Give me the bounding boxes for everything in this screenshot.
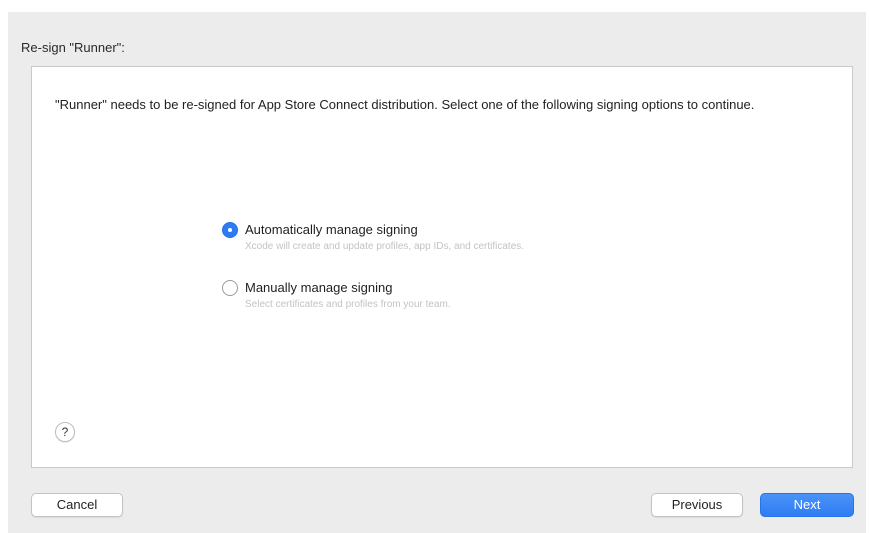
radio-option-automatic-signing[interactable]: Automatically manage signing Xcode will … xyxy=(222,221,524,254)
automatic-signing-label[interactable]: Automatically manage signing xyxy=(245,221,524,238)
radio-selected-icon[interactable] xyxy=(222,222,238,238)
resign-sheet: Re-sign "Runner": "Runner" needs to be r… xyxy=(8,12,866,533)
radio-unselected-icon[interactable] xyxy=(222,280,238,296)
description-text: "Runner" needs to be re-signed for App S… xyxy=(55,97,755,112)
manual-signing-label[interactable]: Manually manage signing xyxy=(245,279,451,296)
cancel-button[interactable]: Cancel xyxy=(31,493,123,517)
automatic-signing-description: Xcode will create and update profiles, a… xyxy=(245,241,525,252)
signing-options-panel: "Runner" needs to be re-signed for App S… xyxy=(31,66,853,468)
radio-option-manual-signing[interactable]: Manually manage signing Select certifica… xyxy=(222,279,451,312)
sheet-title: Re-sign "Runner": xyxy=(21,40,125,55)
next-button[interactable]: Next xyxy=(760,493,854,517)
manual-signing-description: Select certificates and profiles from yo… xyxy=(245,299,451,310)
previous-button[interactable]: Previous xyxy=(651,493,743,517)
help-button[interactable]: ? xyxy=(55,422,75,442)
